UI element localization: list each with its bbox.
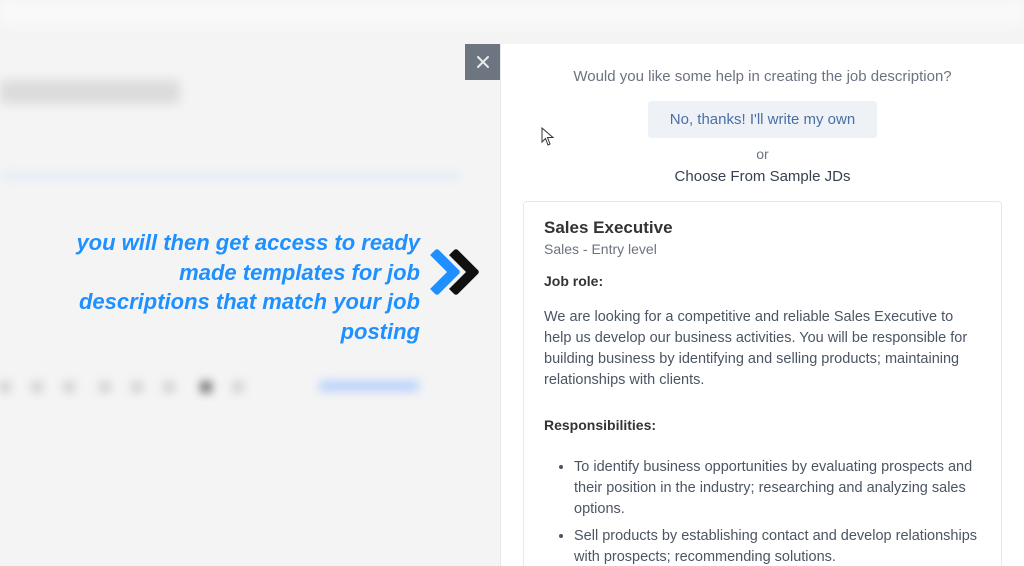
close-button[interactable]: [465, 44, 501, 80]
jd-responsibilities-list: To identify business opportunities by ev…: [544, 457, 981, 566]
close-icon: [475, 54, 491, 70]
jd-title: Sales Executive: [544, 218, 981, 238]
jd-sample-card[interactable]: Sales Executive Sales - Entry level Job …: [523, 201, 1002, 566]
arrow-icon: [420, 243, 480, 303]
no-thanks-button[interactable]: No, thanks! I'll write my own: [648, 101, 877, 138]
or-label: or: [523, 146, 1002, 162]
jd-help-panel: Would you like some help in creating the…: [500, 44, 1024, 566]
help-question: Would you like some help in creating the…: [523, 68, 1002, 85]
list-item: Sell products by establishing contact an…: [574, 526, 981, 566]
jd-responsibilities-label: Responsibilities:: [544, 417, 981, 433]
jd-meta: Sales - Entry level: [544, 241, 981, 257]
jd-role-label: Job role:: [544, 273, 981, 289]
list-item: To identify business opportunities by ev…: [574, 457, 981, 520]
jd-role-paragraph: We are looking for a competitive and rel…: [544, 307, 981, 391]
caption-text: you will then get access to ready made t…: [60, 228, 420, 347]
choose-sample-label: Choose From Sample JDs: [523, 168, 1002, 185]
